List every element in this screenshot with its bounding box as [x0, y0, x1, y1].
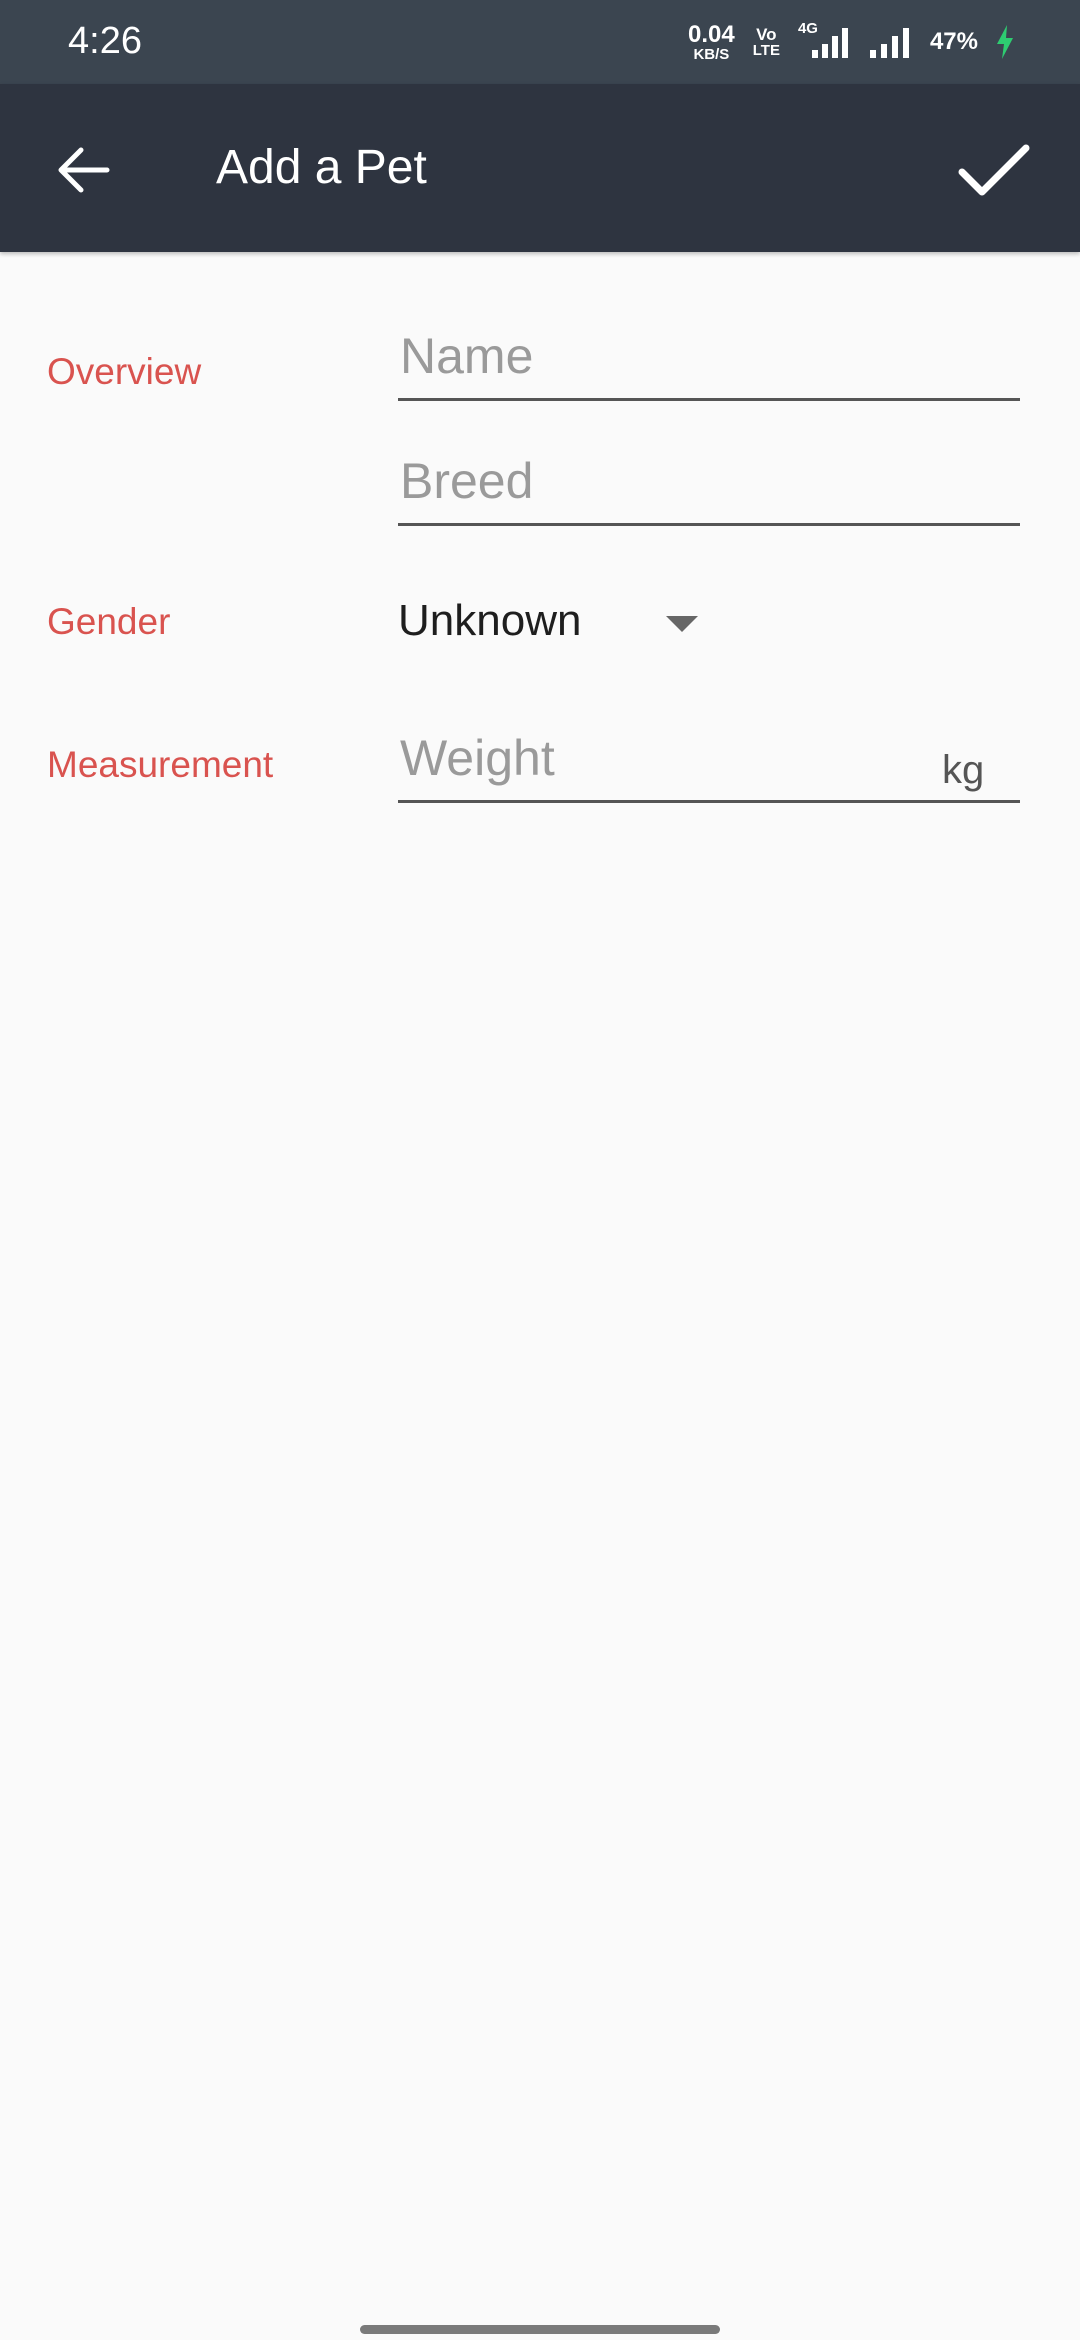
breed-input[interactable] — [398, 451, 1020, 526]
page-title: Add a Pet — [216, 141, 427, 194]
measurement-label: Measurement — [47, 744, 274, 785]
signal-4g-icon: 4G — [797, 20, 850, 62]
weight-unit-label: kg — [942, 748, 985, 792]
check-icon — [958, 144, 1030, 196]
save-button[interactable] — [948, 124, 1040, 216]
battery-percent: 47% — [929, 28, 978, 55]
name-input[interactable] — [398, 326, 1020, 401]
app-bar: Add a Pet — [0, 84, 1080, 252]
weight-input[interactable] — [398, 728, 1020, 803]
charging-bolt-icon — [997, 25, 1013, 59]
volte-icon: Vo LTE — [752, 25, 780, 59]
network-speed: 0.04 KB/S — [688, 20, 735, 63]
network-speed-value: 0.04 — [688, 20, 735, 48]
status-icons: 0.04 KB/S Vo LTE 4G 47% — [688, 18, 1014, 66]
network-speed-unit: KB/S — [693, 45, 730, 63]
overview-label: Overview — [47, 351, 202, 392]
signal-icon — [868, 22, 912, 62]
back-button[interactable] — [44, 130, 124, 210]
network-type: 4G — [797, 20, 818, 37]
status-bar: 4:26 0.04 KB/S Vo LTE 4G 47% — [0, 0, 1080, 84]
gender-dropdown[interactable]: Unknown — [398, 586, 708, 656]
status-time: 4:26 — [68, 20, 142, 62]
arrow-left-icon — [58, 147, 110, 193]
gender-selected-value: Unknown — [398, 596, 582, 645]
home-indicator[interactable] — [360, 2325, 720, 2334]
dropdown-arrow-icon — [666, 616, 698, 632]
gender-label: Gender — [47, 601, 171, 642]
